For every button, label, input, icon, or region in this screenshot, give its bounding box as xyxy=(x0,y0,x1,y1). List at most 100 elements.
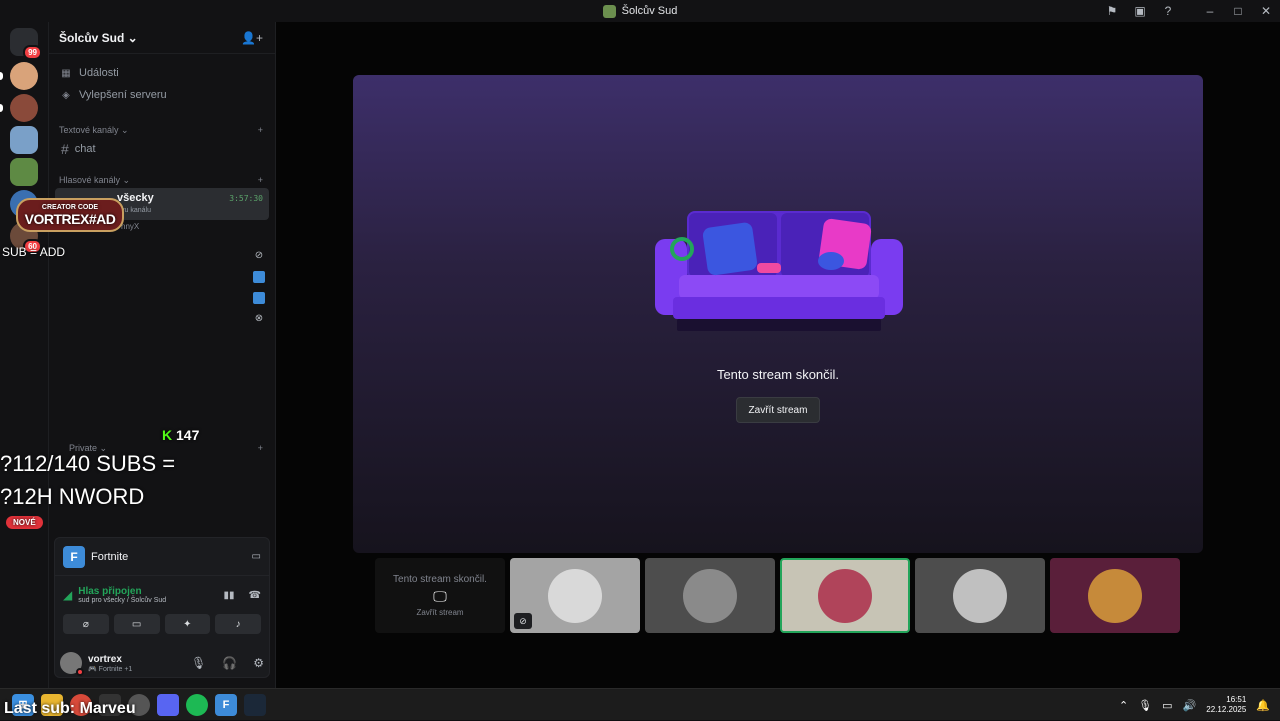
close-stream-button[interactable]: Zavřít stream xyxy=(736,397,820,423)
couch-illustration xyxy=(655,211,903,331)
close-stream-small-button[interactable]: Zavřít stream xyxy=(416,608,463,617)
home-button[interactable]: 99 xyxy=(10,28,42,60)
last-sub-overlay: Last sub: Marveu xyxy=(4,700,136,717)
kick-icon: K xyxy=(162,427,173,443)
participant-avatar xyxy=(818,568,872,623)
help-icon[interactable]: ? xyxy=(1154,0,1182,22)
kick-viewers-overlay: K 147 xyxy=(162,427,200,443)
tray-network-icon[interactable]: ▭ xyxy=(1162,699,1172,712)
fortnite-mini-icon xyxy=(253,271,265,283)
noise-suppression-icon[interactable]: ▮▮ xyxy=(224,590,235,601)
inbox-icon[interactable]: ▣ xyxy=(1126,0,1154,22)
tray-volume-icon[interactable]: 🔊 xyxy=(1183,699,1197,712)
channel-chat[interactable]: # chat xyxy=(55,138,269,160)
home-unread-badge: 99 xyxy=(23,45,42,60)
activities-button[interactable]: ✦ xyxy=(164,614,211,634)
subs-goal-overlay: ?112/140 SUBS = xyxy=(0,451,176,476)
stream-ended-tile[interactable]: Tento stream skončil. 🖵 Zavřít stream xyxy=(375,558,505,633)
title-bar: Šolcův Sud ⚑ ▣ ? – □ ✕ xyxy=(0,0,1280,22)
deafened-icon: ⊘ xyxy=(254,250,264,261)
system-tray: ⌃ 🎙 ▭ 🔊 16:51 22.12.2025 🔔 xyxy=(1119,689,1270,721)
flag-icon[interactable]: ⚑ xyxy=(1098,0,1126,22)
participant-tile[interactable] xyxy=(645,558,775,633)
sub-add-overlay: SUB = ADD xyxy=(2,245,66,259)
window-title-text: Šolcův Sud xyxy=(621,5,678,17)
creator-code-overlay: CREATOR CODE VORTREX#AD xyxy=(16,198,124,232)
close-icon[interactable]: ✕ xyxy=(1252,0,1280,22)
tray-mic-icon[interactable]: 🎙 xyxy=(1138,699,1152,712)
clock[interactable]: 16:51 22.12.2025 xyxy=(1206,695,1246,715)
window-title: Šolcův Sud xyxy=(602,4,678,18)
screen-share-icon[interactable]: ▭ xyxy=(252,551,261,562)
soundboard-button[interactable]: ♪ xyxy=(215,614,261,634)
participant-avatar xyxy=(683,568,737,623)
participant-tile-speaking[interactable] xyxy=(780,558,910,633)
participant-tile[interactable] xyxy=(1050,558,1180,633)
add-voice-channel-icon[interactable]: + xyxy=(258,175,263,185)
participant-tiles: Tento stream skončil. 🖵 Zavřít stream ⊘ xyxy=(375,558,1180,633)
steam-icon[interactable] xyxy=(244,693,266,716)
server-header[interactable]: Šolcův Sud ⌄ 👤+ xyxy=(49,22,275,54)
username: vortrex xyxy=(88,653,122,665)
fortnite-mini-icon xyxy=(253,292,265,304)
voice-status[interactable]: Hlas připojen xyxy=(78,586,209,597)
windows-taskbar: ⊞ F ⌃ 🎙 ▭ 🔊 16:51 22.12.2025 🔔 xyxy=(0,688,1280,720)
user-status: 🎮 Fortnite +1 xyxy=(88,665,133,673)
user-panel: vortrex 🎮 Fortnite +1 🎙 🎧 ⚙ xyxy=(54,646,270,680)
guild-icon[interactable] xyxy=(10,158,38,186)
stream-ended-message: Tento stream skončil. xyxy=(716,367,840,382)
guild-icon[interactable] xyxy=(10,94,38,122)
headphones-icon[interactable]: 🎧 xyxy=(222,656,237,670)
server-icon xyxy=(602,4,616,18)
game-name: Fortnite xyxy=(91,550,129,563)
participant-avatar xyxy=(548,568,602,623)
microphone-icon[interactable]: 🎙 xyxy=(191,656,206,670)
settings-gear-icon[interactable]: ⚙ xyxy=(253,656,264,670)
guild-list: 99 60 xyxy=(0,22,48,688)
avatar[interactable] xyxy=(60,652,84,676)
fortnite-icon: F xyxy=(63,545,85,568)
add-channel-icon[interactable]: + xyxy=(258,125,263,135)
xbox-icon: ⊗ xyxy=(254,313,264,324)
voice-timer: 3:57:30 xyxy=(229,194,263,203)
signal-icon: ◢ xyxy=(63,588,73,602)
hash-icon: # xyxy=(61,141,69,157)
disconnect-icon[interactable]: ☎ xyxy=(249,590,261,601)
voice-connection: ◢ Hlas připojen sud pro všecky / Šolcův … xyxy=(55,576,269,614)
spotify-icon[interactable] xyxy=(186,693,208,716)
discord-icon[interactable] xyxy=(157,693,179,716)
unread-pill xyxy=(0,104,3,112)
muted-icon: ⊘ xyxy=(514,613,532,629)
participant-tile[interactable]: ⊘ xyxy=(510,558,640,633)
main-stage-area: Tento stream skončil. Zavřít stream Tent… xyxy=(276,22,1280,688)
server-name[interactable]: Šolcův Sud ⌄ xyxy=(59,31,138,45)
game-activity[interactable]: F Fortnite ▭ xyxy=(55,538,269,576)
camera-off-button[interactable]: ⌀ xyxy=(63,614,109,634)
voice-location[interactable]: sud pro všecky / Šolcův Sud xyxy=(78,597,209,604)
minimize-icon[interactable]: – xyxy=(1196,0,1224,22)
voice-category[interactable]: Hlasové kanály ⌄ + xyxy=(49,172,275,188)
status-dot xyxy=(76,668,84,676)
events-item[interactable]: ▦ Události xyxy=(49,62,275,84)
unread-pill xyxy=(0,72,3,80)
server-boost-item[interactable]: ◈ Vylepšení serveru xyxy=(49,84,275,106)
invite-icon[interactable]: 👤+ xyxy=(241,31,263,45)
text-category[interactable]: Textové kanály ⌄ + xyxy=(49,122,275,138)
user-info[interactable]: vortrex 🎮 Fortnite +1 xyxy=(88,654,175,673)
voice-member-icons: ⊘ ⊗ xyxy=(253,250,265,334)
fortnite-taskbar-icon[interactable]: F xyxy=(215,693,237,716)
calendar-icon: ▦ xyxy=(61,67,71,79)
share-screen-button[interactable]: ▭ xyxy=(113,614,160,634)
participant-avatar xyxy=(1088,568,1142,623)
maximize-icon[interactable]: □ xyxy=(1224,0,1252,22)
window-controls: ⚑ ▣ ? – □ ✕ xyxy=(1098,0,1280,22)
new-badge: NOVÉ xyxy=(6,516,43,529)
guild-icon[interactable] xyxy=(10,62,38,90)
subs-reward-overlay: ?12H NWORD xyxy=(0,484,145,509)
stream-stage: Tento stream skončil. Zavřít stream xyxy=(353,75,1203,553)
participant-tile[interactable] xyxy=(915,558,1045,633)
guild-icon[interactable] xyxy=(10,126,38,154)
tray-chevron-icon[interactable]: ⌃ xyxy=(1119,699,1128,712)
add-private-icon[interactable]: + xyxy=(258,443,263,453)
notification-bell-icon[interactable]: 🔔 xyxy=(1256,699,1270,712)
